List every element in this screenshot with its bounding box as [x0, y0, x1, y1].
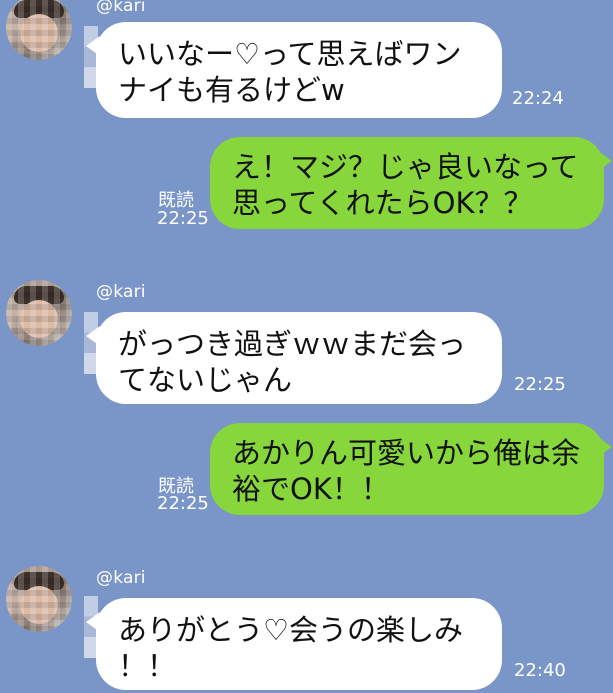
message-bubble-incoming[interactable]: いいなー♡って思えばワン ナイも有るけどw	[86, 22, 502, 118]
message-bubble-incoming[interactable]: ありがとう♡会うの楽しみ ！！	[86, 598, 502, 690]
chat-area[interactable]: @kari いいなー♡って思えばワン ナイも有るけどw 22:24 既読 22:…	[0, 0, 613, 693]
message-time: 22:40	[514, 660, 566, 681]
message-time: 22:24	[512, 88, 564, 109]
sender-username: @kari	[96, 0, 146, 16]
avatar[interactable]	[6, 280, 72, 346]
message-bubble-outgoing[interactable]: あかりん可愛いから俺は余 裕でOK！！	[210, 423, 612, 515]
message-time: 22:25	[157, 208, 209, 229]
avatar[interactable]	[6, 566, 72, 632]
message-time: 22:25	[157, 493, 209, 514]
message-bubble-incoming[interactable]: がっつき過ぎｗｗまだ会っ てないじゃん	[86, 312, 502, 404]
avatar-mosaic	[6, 280, 72, 346]
message-bubble-outgoing[interactable]: え！マジ？じゃ良いなって 思ってくれたらOK？？	[210, 137, 612, 229]
avatar-mosaic	[6, 566, 72, 632]
avatar-mosaic	[6, 0, 72, 60]
message-time: 22:25	[514, 374, 566, 395]
sender-username: @kari	[96, 568, 146, 588]
avatar[interactable]	[6, 0, 72, 60]
sender-username: @kari	[96, 282, 146, 302]
